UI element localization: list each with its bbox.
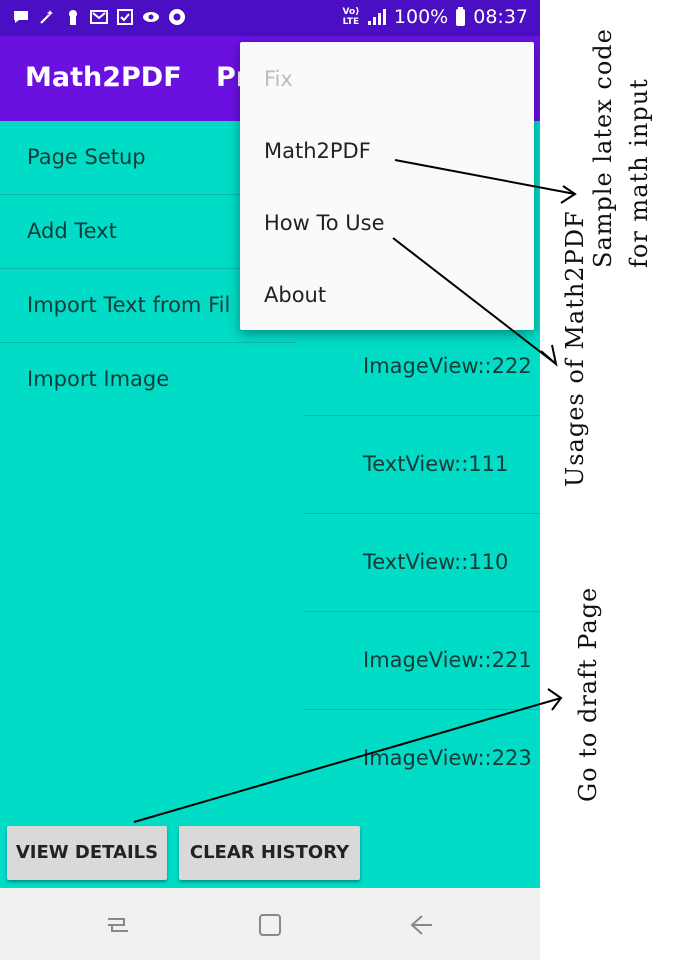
list-item-label: ImageView::221 — [363, 648, 532, 672]
list-item-label: TextView::110 — [363, 550, 509, 574]
signal-icon — [367, 9, 386, 25]
chrome-icon — [168, 8, 186, 26]
message-icon — [12, 8, 30, 26]
overflow-item-fix[interactable]: Fix — [264, 67, 293, 91]
battery-icon — [456, 6, 466, 26]
status-icons-left — [12, 8, 186, 26]
clear-history-button[interactable]: CLEAR HISTORY — [179, 826, 360, 880]
back-icon[interactable] — [408, 912, 434, 938]
recent-apps-icon[interactable] — [105, 912, 131, 938]
clock: 08:37 — [473, 6, 528, 28]
mail-icon — [90, 8, 108, 26]
list-item-label: TextView::111 — [363, 452, 509, 476]
navigation-bar — [0, 888, 540, 960]
annotation-usages: Usages of Math2PDF — [561, 210, 589, 487]
battery-percent: 100% — [393, 6, 449, 28]
keyhole-icon — [64, 8, 82, 26]
list-item-imageview-221[interactable]: ImageView::221 — [303, 612, 540, 710]
annotation-latex-line1: Sample latex code — [589, 28, 617, 268]
menu-item-label: Import Image — [27, 367, 170, 391]
volte-icon: Vo) LTE — [342, 7, 360, 27]
list-item-label: ImageView::222 — [363, 354, 532, 378]
menu-item-label: Add Text — [27, 219, 117, 243]
annotation-draft: Go to draft Page — [574, 586, 602, 802]
overflow-menu: Fix Math2PDF How To Use About — [240, 42, 534, 330]
list-item-label: ImageView::223 — [363, 746, 532, 770]
overflow-item-about[interactable]: About — [264, 283, 326, 307]
home-icon[interactable] — [257, 912, 283, 938]
checkbox-icon — [116, 8, 134, 26]
menu-item-import-image[interactable]: Import Image — [0, 343, 297, 416]
eye-icon — [142, 8, 160, 26]
list-item-imageview-222[interactable]: ImageView::222 — [303, 318, 540, 416]
annotation-latex-line2: for math input — [625, 78, 653, 268]
list-item-textview-111[interactable]: TextView::111 — [303, 416, 540, 514]
app-title: Math2PDF — [25, 62, 182, 93]
overflow-item-math2pdf[interactable]: Math2PDF — [264, 139, 371, 163]
menu-item-label: Page Setup — [27, 145, 146, 169]
status-icons-right: Vo) LTE 100% 08:37 — [342, 6, 528, 28]
status-bar: Vo) LTE 100% 08:37 — [0, 0, 540, 36]
menu-item-label: Import Text from Fil — [27, 293, 231, 317]
list-item-imageview-223[interactable]: ImageView::223 — [303, 710, 540, 807]
overflow-item-how-to-use[interactable]: How To Use — [264, 211, 385, 235]
view-details-button[interactable]: VIEW DETAILS — [7, 826, 167, 880]
phone-screen: Vo) LTE 100% 08:37 Math2PDF Pr Page Setu… — [0, 0, 540, 960]
list-item-textview-110[interactable]: TextView::110 — [303, 514, 540, 612]
magic-wand-icon — [38, 8, 56, 26]
